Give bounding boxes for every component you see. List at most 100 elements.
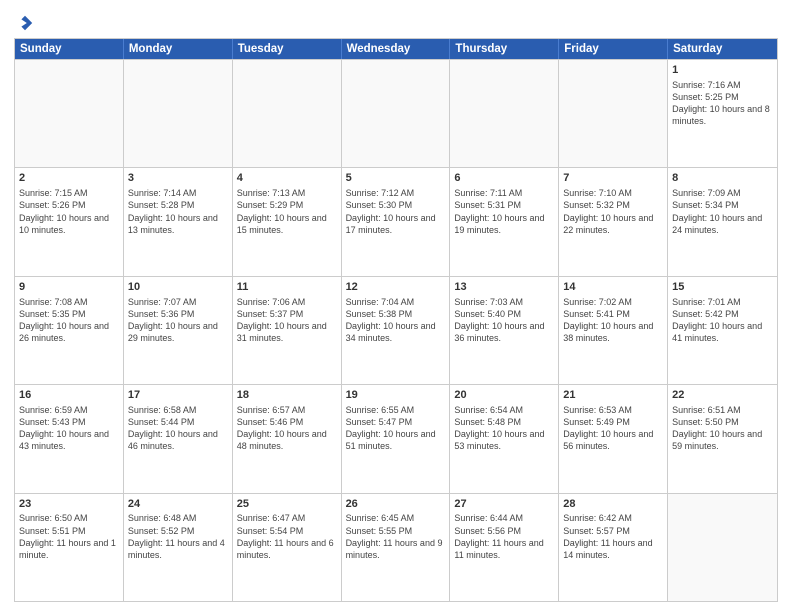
day-number: 27 [454, 497, 554, 512]
day-cell-15: 15Sunrise: 7:01 AM Sunset: 5:42 PM Dayli… [668, 277, 777, 384]
calendar-row-4: 16Sunrise: 6:59 AM Sunset: 5:43 PM Dayli… [15, 384, 777, 492]
day-info: Sunrise: 7:08 AM Sunset: 5:35 PM Dayligh… [19, 296, 119, 345]
day-number: 4 [237, 171, 337, 186]
day-number: 5 [346, 171, 446, 186]
day-number: 25 [237, 497, 337, 512]
day-info: Sunrise: 7:15 AM Sunset: 5:26 PM Dayligh… [19, 187, 119, 236]
day-number: 20 [454, 388, 554, 403]
day-cell-13: 13Sunrise: 7:03 AM Sunset: 5:40 PM Dayli… [450, 277, 559, 384]
day-info: Sunrise: 6:42 AM Sunset: 5:57 PM Dayligh… [563, 512, 663, 561]
day-cell-5: 5Sunrise: 7:12 AM Sunset: 5:30 PM Daylig… [342, 168, 451, 275]
day-number: 10 [128, 280, 228, 295]
day-cell-3: 3Sunrise: 7:14 AM Sunset: 5:28 PM Daylig… [124, 168, 233, 275]
day-cell-7: 7Sunrise: 7:10 AM Sunset: 5:32 PM Daylig… [559, 168, 668, 275]
day-cell-24: 24Sunrise: 6:48 AM Sunset: 5:52 PM Dayli… [124, 494, 233, 601]
day-info: Sunrise: 7:07 AM Sunset: 5:36 PM Dayligh… [128, 296, 228, 345]
day-number: 14 [563, 280, 663, 295]
day-info: Sunrise: 7:09 AM Sunset: 5:34 PM Dayligh… [672, 187, 773, 236]
day-info: Sunrise: 6:50 AM Sunset: 5:51 PM Dayligh… [19, 512, 119, 561]
day-info: Sunrise: 6:47 AM Sunset: 5:54 PM Dayligh… [237, 512, 337, 561]
day-cell-16: 16Sunrise: 6:59 AM Sunset: 5:43 PM Dayli… [15, 385, 124, 492]
day-number: 19 [346, 388, 446, 403]
day-info: Sunrise: 6:59 AM Sunset: 5:43 PM Dayligh… [19, 404, 119, 453]
day-number: 21 [563, 388, 663, 403]
day-cell-22: 22Sunrise: 6:51 AM Sunset: 5:50 PM Dayli… [668, 385, 777, 492]
day-number: 6 [454, 171, 554, 186]
day-info: Sunrise: 7:10 AM Sunset: 5:32 PM Dayligh… [563, 187, 663, 236]
page: SundayMondayTuesdayWednesdayThursdayFrid… [0, 0, 792, 612]
day-info: Sunrise: 7:16 AM Sunset: 5:25 PM Dayligh… [672, 79, 773, 128]
day-info: Sunrise: 6:57 AM Sunset: 5:46 PM Dayligh… [237, 404, 337, 453]
day-info: Sunrise: 6:48 AM Sunset: 5:52 PM Dayligh… [128, 512, 228, 561]
day-number: 9 [19, 280, 119, 295]
day-number: 3 [128, 171, 228, 186]
day-cell-6: 6Sunrise: 7:11 AM Sunset: 5:31 PM Daylig… [450, 168, 559, 275]
day-cell-2: 2Sunrise: 7:15 AM Sunset: 5:26 PM Daylig… [15, 168, 124, 275]
empty-cell-0-0 [15, 60, 124, 167]
day-info: Sunrise: 7:02 AM Sunset: 5:41 PM Dayligh… [563, 296, 663, 345]
day-number: 16 [19, 388, 119, 403]
calendar: SundayMondayTuesdayWednesdayThursdayFrid… [14, 38, 778, 602]
day-number: 18 [237, 388, 337, 403]
day-number: 17 [128, 388, 228, 403]
day-info: Sunrise: 7:14 AM Sunset: 5:28 PM Dayligh… [128, 187, 228, 236]
day-cell-28: 28Sunrise: 6:42 AM Sunset: 5:57 PM Dayli… [559, 494, 668, 601]
day-cell-23: 23Sunrise: 6:50 AM Sunset: 5:51 PM Dayli… [15, 494, 124, 601]
weekday-header-friday: Friday [559, 39, 668, 59]
day-info: Sunrise: 7:01 AM Sunset: 5:42 PM Dayligh… [672, 296, 773, 345]
weekday-header-thursday: Thursday [450, 39, 559, 59]
calendar-row-3: 9Sunrise: 7:08 AM Sunset: 5:35 PM Daylig… [15, 276, 777, 384]
weekday-header-saturday: Saturday [668, 39, 777, 59]
day-number: 24 [128, 497, 228, 512]
day-number: 1 [672, 63, 773, 78]
day-number: 11 [237, 280, 337, 295]
day-number: 28 [563, 497, 663, 512]
weekday-header-wednesday: Wednesday [342, 39, 451, 59]
day-cell-21: 21Sunrise: 6:53 AM Sunset: 5:49 PM Dayli… [559, 385, 668, 492]
calendar-row-1: 1Sunrise: 7:16 AM Sunset: 5:25 PM Daylig… [15, 59, 777, 167]
day-number: 13 [454, 280, 554, 295]
day-cell-27: 27Sunrise: 6:44 AM Sunset: 5:56 PM Dayli… [450, 494, 559, 601]
day-info: Sunrise: 6:54 AM Sunset: 5:48 PM Dayligh… [454, 404, 554, 453]
day-info: Sunrise: 6:51 AM Sunset: 5:50 PM Dayligh… [672, 404, 773, 453]
calendar-row-5: 23Sunrise: 6:50 AM Sunset: 5:51 PM Dayli… [15, 493, 777, 601]
day-info: Sunrise: 7:06 AM Sunset: 5:37 PM Dayligh… [237, 296, 337, 345]
day-cell-10: 10Sunrise: 7:07 AM Sunset: 5:36 PM Dayli… [124, 277, 233, 384]
day-info: Sunrise: 6:45 AM Sunset: 5:55 PM Dayligh… [346, 512, 446, 561]
empty-cell-0-1 [124, 60, 233, 167]
day-cell-18: 18Sunrise: 6:57 AM Sunset: 5:46 PM Dayli… [233, 385, 342, 492]
weekday-header-sunday: Sunday [15, 39, 124, 59]
day-cell-4: 4Sunrise: 7:13 AM Sunset: 5:29 PM Daylig… [233, 168, 342, 275]
day-cell-20: 20Sunrise: 6:54 AM Sunset: 5:48 PM Dayli… [450, 385, 559, 492]
day-info: Sunrise: 7:03 AM Sunset: 5:40 PM Dayligh… [454, 296, 554, 345]
day-info: Sunrise: 6:44 AM Sunset: 5:56 PM Dayligh… [454, 512, 554, 561]
day-info: Sunrise: 7:04 AM Sunset: 5:38 PM Dayligh… [346, 296, 446, 345]
day-cell-19: 19Sunrise: 6:55 AM Sunset: 5:47 PM Dayli… [342, 385, 451, 492]
day-cell-9: 9Sunrise: 7:08 AM Sunset: 5:35 PM Daylig… [15, 277, 124, 384]
calendar-row-2: 2Sunrise: 7:15 AM Sunset: 5:26 PM Daylig… [15, 167, 777, 275]
day-info: Sunrise: 6:58 AM Sunset: 5:44 PM Dayligh… [128, 404, 228, 453]
day-number: 2 [19, 171, 119, 186]
day-info: Sunrise: 7:13 AM Sunset: 5:29 PM Dayligh… [237, 187, 337, 236]
day-info: Sunrise: 6:55 AM Sunset: 5:47 PM Dayligh… [346, 404, 446, 453]
empty-cell-0-4 [450, 60, 559, 167]
weekday-header-tuesday: Tuesday [233, 39, 342, 59]
day-cell-17: 17Sunrise: 6:58 AM Sunset: 5:44 PM Dayli… [124, 385, 233, 492]
logo [14, 14, 34, 32]
day-number: 22 [672, 388, 773, 403]
day-info: Sunrise: 6:53 AM Sunset: 5:49 PM Dayligh… [563, 404, 663, 453]
day-number: 12 [346, 280, 446, 295]
day-info: Sunrise: 7:12 AM Sunset: 5:30 PM Dayligh… [346, 187, 446, 236]
day-number: 23 [19, 497, 119, 512]
empty-cell-4-6 [668, 494, 777, 601]
day-cell-12: 12Sunrise: 7:04 AM Sunset: 5:38 PM Dayli… [342, 277, 451, 384]
day-info: Sunrise: 7:11 AM Sunset: 5:31 PM Dayligh… [454, 187, 554, 236]
header [14, 10, 778, 32]
logo-text [14, 14, 34, 32]
day-cell-14: 14Sunrise: 7:02 AM Sunset: 5:41 PM Dayli… [559, 277, 668, 384]
day-cell-11: 11Sunrise: 7:06 AM Sunset: 5:37 PM Dayli… [233, 277, 342, 384]
empty-cell-0-2 [233, 60, 342, 167]
day-number: 15 [672, 280, 773, 295]
day-number: 26 [346, 497, 446, 512]
empty-cell-0-3 [342, 60, 451, 167]
